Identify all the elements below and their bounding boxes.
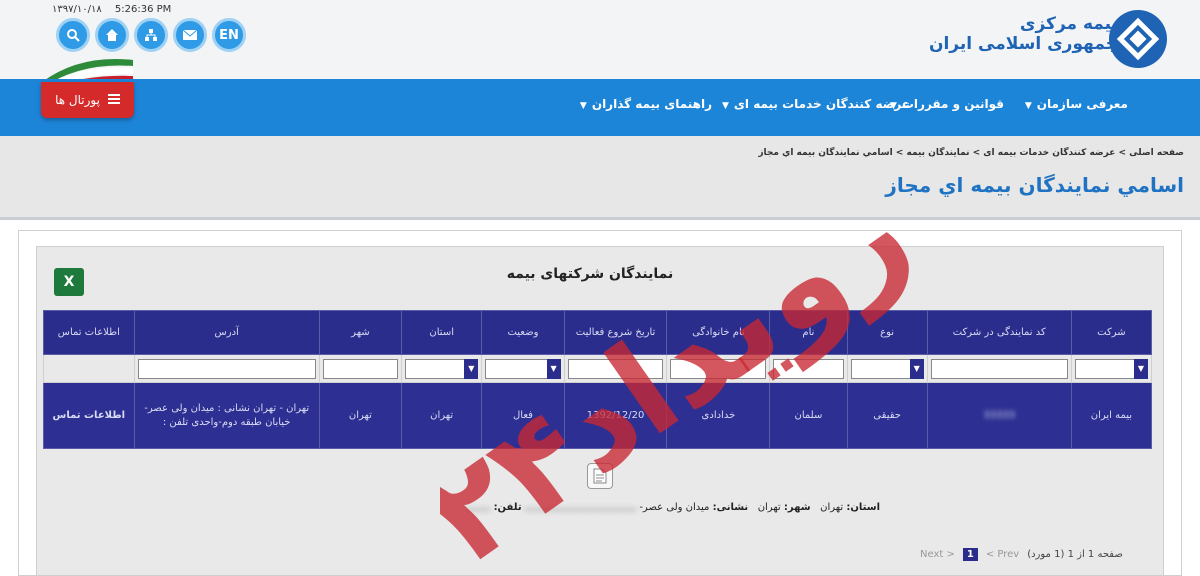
- col-company[interactable]: شرکت: [1070, 310, 1153, 355]
- pager-summary: صفحه 1 از 1 (1 مورد): [1027, 549, 1123, 560]
- sitemap-icon[interactable]: [134, 18, 168, 52]
- nav-item-about[interactable]: معرفی سازمان ▼: [1025, 97, 1128, 111]
- contact-link[interactable]: اطلاعات تماس: [53, 410, 126, 421]
- dropdown-arrow-icon[interactable]: ▼: [909, 358, 924, 379]
- cell-first-name: سلمان: [769, 382, 848, 449]
- detail-province-label: استان:: [846, 502, 880, 513]
- pager-next[interactable]: Next >: [920, 549, 955, 560]
- detail-blurred-address: ــــــــــــــــــــــــــــــــــــــ: [524, 502, 637, 513]
- detail-city-label: شهر:: [783, 502, 811, 513]
- filter-first-name[interactable]: [769, 354, 848, 383]
- col-last-name[interactable]: نام خانوادگی: [666, 310, 771, 355]
- cell-company: بیمه ایران: [1070, 382, 1153, 449]
- dropdown-arrow-icon[interactable]: ▼: [546, 358, 561, 379]
- nav-label: قوانین و مقررات: [901, 97, 1004, 111]
- language-label: EN: [219, 27, 239, 43]
- logo-text: بیمه مرکزی جمهوری اسلامی ایران: [929, 14, 1118, 54]
- site-header: ۱۳۹۷/۱۰/۱۸ 5:26:36 PM EN بیمه مرکزی جمهو…: [0, 0, 1200, 88]
- col-province[interactable]: استان: [401, 310, 483, 355]
- menu-icon: [107, 93, 120, 107]
- mail-icon[interactable]: [173, 18, 207, 52]
- detail-address: میدان ولی عصر-: [639, 502, 710, 513]
- date-time: ۱۳۹۷/۱۰/۱۸ 5:26:36 PM: [52, 4, 181, 15]
- main-nav: معرفی سازمان ▼ قوانین و مقررات ▼ عرضه کنند…: [0, 79, 1200, 136]
- cell-province: تهران: [401, 382, 483, 449]
- nav-label: راهنمای بیمه گذاران: [591, 97, 712, 111]
- cell-start-date: 1392/12/20: [563, 382, 668, 449]
- filter-type[interactable]: ▼: [846, 354, 928, 383]
- filter-province[interactable]: ▼: [401, 354, 483, 383]
- col-status[interactable]: وضعیت: [481, 310, 565, 355]
- home-icon[interactable]: [95, 18, 129, 52]
- language-en-button[interactable]: EN: [212, 18, 246, 52]
- page-title: اسامي نمايندگان بيمه اي مجاز: [885, 173, 1184, 197]
- detail-document-icon[interactable]: [587, 463, 613, 489]
- filter-last-name[interactable]: [666, 354, 771, 383]
- col-first-name[interactable]: نام: [769, 310, 848, 355]
- nav-item-providers[interactable]: عرضه کنندگان خدمات بیمه ای ▼: [722, 97, 910, 111]
- cell-last-name: خدادادی: [666, 382, 771, 449]
- detail-address-label: نشانی:: [712, 502, 749, 513]
- breadcrumb-area: صفحه اصلی > عرضه کنندگان خدمات بیمه ای >…: [0, 136, 1200, 220]
- caret-down-icon: ▼: [721, 101, 729, 111]
- cell-contact[interactable]: اطلاعات تماس: [43, 382, 135, 449]
- pager-current-page[interactable]: 1: [962, 548, 978, 561]
- cell-status: فعال: [481, 382, 565, 449]
- time: 5:26:36 PM: [114, 4, 172, 15]
- filter-start-date[interactable]: [563, 354, 668, 383]
- detail-blurred-phone: ــــــــ: [466, 502, 491, 513]
- table-title: نمایندگان شرکتهای بیمه: [506, 266, 674, 282]
- cell-code-value: 33333: [983, 409, 1016, 421]
- detail-phone-label: تلفن:: [493, 502, 522, 513]
- cell-city: تهران: [318, 382, 403, 449]
- caret-down-icon: ▼: [1024, 101, 1032, 111]
- filter-status[interactable]: ▼: [481, 354, 565, 383]
- filter-address[interactable]: [133, 354, 320, 383]
- caret-down-icon: ▼: [579, 101, 587, 111]
- filter-row: ▼ ▼ ▼ ▼: [43, 354, 1153, 383]
- cell-code: 33333: [926, 382, 1072, 449]
- col-city[interactable]: شهر: [318, 310, 403, 355]
- logo-line2: جمهوری اسلامی ایران: [928, 34, 1118, 54]
- filter-code[interactable]: [926, 354, 1072, 383]
- cell-address: تهران - تهران نشانی : میدان ولی عصر-خیاب…: [133, 382, 320, 449]
- nav-item-guide[interactable]: راهنمای بیمه گذاران ▼: [580, 97, 712, 111]
- dropdown-arrow-icon[interactable]: ▼: [464, 358, 479, 379]
- detail-city: تهران: [757, 502, 781, 513]
- dropdown-arrow-icon[interactable]: ▼: [1134, 358, 1148, 379]
- detail-province: تهران: [820, 502, 844, 513]
- pager: Next > 1 < Prev صفحه 1 از 1 (1 مورد): [920, 548, 1123, 561]
- nav-label: عرضه کنندگان خدمات بیمه ای: [733, 97, 910, 111]
- central-insurance-logo-icon[interactable]: [1106, 8, 1170, 70]
- pager-prev[interactable]: < Prev: [986, 549, 1019, 560]
- col-type[interactable]: نوع: [846, 310, 928, 355]
- search-icon[interactable]: [56, 18, 90, 52]
- col-address[interactable]: آدرس: [133, 310, 320, 355]
- detail-row: استان: تهران شهر: تهران نشانی: میدان ولی…: [467, 502, 880, 513]
- breadcrumb[interactable]: صفحه اصلی > عرضه کنندگان خدمات بیمه ای >…: [758, 148, 1184, 158]
- table-row[interactable]: بیمه ایران 33333 حقیقی سلمان خدادادی 139…: [43, 382, 1153, 449]
- date: ۱۳۹۷/۱۰/۱۸: [52, 4, 102, 15]
- col-contact: اطلاعات تماس: [43, 310, 135, 355]
- logo-line1: بیمه مرکزی: [1019, 14, 1118, 34]
- cell-type: حقیقی: [846, 382, 928, 449]
- excel-export-icon[interactable]: X: [54, 268, 84, 296]
- col-start-date[interactable]: تاریخ شروع فعالیت: [563, 310, 668, 355]
- agents-grid: شرکت کد نمایندگی در شرکت نوع نام نام خان…: [43, 310, 1153, 449]
- header-row: شرکت کد نمایندگی در شرکت نوع نام نام خان…: [43, 310, 1153, 355]
- filter-city[interactable]: [318, 354, 403, 383]
- filter-contact-empty: [43, 354, 135, 383]
- portals-label: پورتال ها: [55, 93, 100, 107]
- filter-company[interactable]: ▼: [1070, 354, 1153, 383]
- col-code[interactable]: کد نمایندگی در شرکت: [926, 310, 1072, 355]
- portals-button[interactable]: پورتال ها: [41, 82, 134, 118]
- nav-label: معرفی سازمان: [1036, 97, 1128, 111]
